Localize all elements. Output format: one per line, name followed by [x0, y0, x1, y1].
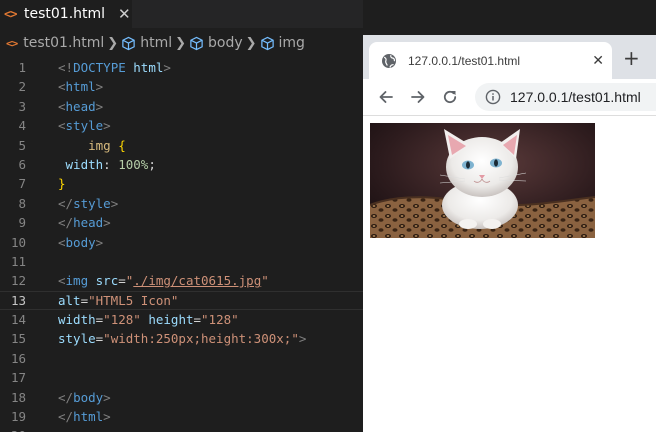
breadcrumb-label: body	[208, 35, 243, 51]
code-line: 2 <html>	[0, 77, 363, 96]
line-number: 17	[10, 370, 26, 386]
code-line: 17	[0, 368, 363, 387]
line-number: 5	[18, 137, 26, 153]
browser-tab-title: 127.0.0.1/test01.html	[408, 53, 521, 68]
code-text: <img src="./img/cat0615.jpg"	[58, 273, 269, 289]
code-line: 10 <body>	[0, 233, 363, 252]
reload-icon[interactable]	[441, 88, 459, 106]
code-text: width="128" height="128"	[58, 312, 239, 328]
browser-tab[interactable]: 127.0.0.1/test01.html ✕	[369, 42, 612, 79]
code-text: style="width:250px;height:300x;">	[58, 331, 307, 347]
code-line: 4 <style>	[0, 116, 363, 135]
breadcrumb: <> test01.html ❯ html ❯ body ❯ img	[0, 28, 363, 58]
line-number: 14	[10, 312, 26, 328]
code-line: 15 style="width:250px;height:300x;">	[0, 329, 363, 348]
code-text: </body>	[58, 389, 111, 405]
html-file-icon: <>	[4, 7, 17, 21]
breadcrumb-item-html[interactable]: html	[121, 35, 172, 51]
code-line: 12 <img src="./img/cat0615.jpg"	[0, 271, 363, 290]
back-arrow-icon[interactable]	[377, 88, 395, 106]
code-text: <body>	[58, 234, 104, 250]
chevron-right-icon: ❯	[107, 35, 119, 51]
code-text: </html>	[58, 409, 111, 425]
code-text: }	[58, 176, 66, 192]
code-text: <head>	[58, 98, 104, 114]
chevron-right-icon: ❯	[175, 35, 186, 51]
code-line: 20	[0, 426, 363, 432]
line-number: 19	[10, 409, 26, 425]
line-number: 8	[18, 195, 26, 211]
url-text: 127.0.0.1/test01.html	[510, 89, 641, 105]
line-number: 11	[10, 253, 26, 269]
new-tab-button[interactable]: +	[623, 47, 640, 69]
browser-tab-bar: 127.0.0.1/test01.html ✕ +	[363, 35, 656, 79]
html-file-icon: <>	[6, 36, 18, 50]
breadcrumb-label: html	[140, 35, 173, 51]
code-line: 11	[0, 252, 363, 271]
close-tab-icon[interactable]: ✕	[592, 53, 604, 69]
code-text: </head>	[58, 215, 111, 231]
line-number: 10	[10, 234, 26, 250]
globe-icon	[382, 53, 396, 68]
address-bar[interactable]: 127.0.0.1/test01.html	[475, 83, 656, 111]
code-line: 7}	[0, 174, 363, 193]
breadcrumb-item-img[interactable]: img	[260, 35, 305, 51]
code-text: width: 100%;	[65, 156, 156, 172]
code-line: 19 </html>	[0, 407, 363, 426]
breadcrumb-label: img	[278, 35, 305, 51]
editor-tab-bar: <> test01.html ✕	[0, 0, 363, 28]
line-number: 3	[18, 98, 26, 114]
line-number: 16	[10, 350, 26, 366]
cat-photo	[370, 123, 595, 238]
code-line: 18 </body>	[0, 388, 363, 407]
line-number: 15	[10, 331, 26, 347]
code-text: <!DOCTYPE html>	[58, 60, 171, 75]
line-number: 9	[18, 215, 26, 231]
editor-tab-label: test01.html	[24, 6, 106, 22]
code-line: 8 </style>	[0, 194, 363, 213]
line-number: 2	[18, 79, 26, 95]
code-editor: <> test01.html ✕ <> test01.html ❯ html ❯…	[0, 0, 363, 432]
line-number: 6	[18, 156, 26, 172]
browser-window: 127.0.0.1/test01.html ✕ + 127.0.0.1/test…	[363, 35, 656, 432]
html-element-icon	[190, 36, 203, 50]
line-number: 1	[18, 60, 26, 75]
info-icon[interactable]	[485, 89, 501, 105]
editor-tab-test01[interactable]: <> test01.html ✕	[0, 0, 132, 28]
code-line: 1 <!DOCTYPE html>	[0, 58, 363, 77]
line-number: 7	[18, 176, 26, 192]
breadcrumb-item-body[interactable]: body	[189, 35, 243, 51]
breadcrumb-label: test01.html	[23, 35, 105, 51]
page-viewport	[363, 115, 656, 432]
code-text: <style>	[58, 118, 111, 134]
line-number: 18	[10, 389, 26, 405]
line-number: 13	[10, 292, 26, 308]
breadcrumb-item-file[interactable]: <> test01.html	[6, 35, 104, 51]
code-line: 16	[0, 349, 363, 368]
code-text: alt="HTML5 Icon"	[58, 292, 179, 308]
code-line: 3 <head>	[0, 97, 363, 116]
forward-arrow-icon[interactable]	[409, 88, 427, 106]
code-text: <html>	[58, 79, 104, 95]
line-number: 12	[10, 273, 26, 289]
code-text: img {	[88, 137, 126, 153]
code-line: 6 width: 100%;	[0, 155, 363, 174]
code-line-current: 13 alt="HTML5 Icon"	[0, 290, 363, 311]
line-number: 20	[0, 426, 26, 432]
browser-toolbar: 127.0.0.1/test01.html	[363, 79, 656, 115]
code-line: 14 width="128" height="128"	[0, 310, 363, 329]
html-element-icon	[260, 36, 274, 50]
code-line: 5 img {	[0, 136, 363, 155]
code-area[interactable]: 1 <!DOCTYPE html> 2 <html> 3 <head> 4 <style…	[0, 58, 363, 432]
line-number: 4	[18, 118, 26, 134]
code-line: 9 </head>	[0, 213, 363, 232]
chevron-right-icon: ❯	[245, 35, 257, 51]
close-tab-icon[interactable]: ✕	[118, 5, 131, 23]
code-text: </style>	[58, 195, 119, 211]
html-element-icon	[122, 36, 135, 50]
